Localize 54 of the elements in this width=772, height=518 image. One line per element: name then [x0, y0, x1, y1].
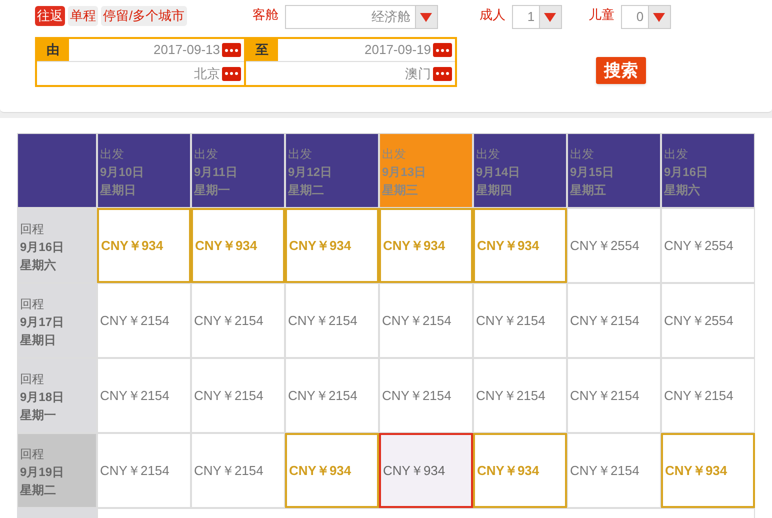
price-cell[interactable]: CNY￥2154 [567, 433, 661, 508]
children-label: 儿童 [588, 6, 615, 24]
price-cell[interactable]: CNY￥2154 [473, 358, 567, 433]
price-cell[interactable]: CNY￥2154 [97, 433, 191, 508]
select-field[interactable]: 0 [620, 5, 671, 29]
price-cell[interactable]: CNY￥2154 [661, 358, 755, 433]
field-label: 由 [37, 39, 69, 61]
return-date-header[interactable]: 回程 9月19日 星期二 [17, 433, 97, 508]
price-cell[interactable]: CNY￥934 [97, 208, 191, 283]
more-icon[interactable] [433, 43, 452, 57]
price-cell[interactable]: CNY￥934 [191, 208, 285, 283]
price-cell[interactable]: CNY￥2154 [97, 283, 191, 358]
more-icon[interactable] [222, 66, 241, 80]
price-cell[interactable]: CNY￥2154 [473, 283, 567, 358]
price-cell[interactable]: CNY￥934 [379, 433, 473, 508]
departure-date-header[interactable]: 出发 9月12日 星期二 [285, 133, 379, 208]
return-date-header[interactable]: 回程 9月16日 星期六 [17, 208, 97, 283]
trip-type-tab[interactable]: 单程 [68, 6, 98, 26]
select-field[interactable]: 经济舱 [284, 5, 438, 29]
price-cell[interactable]: CNY￥2154 [191, 358, 285, 433]
search-button[interactable]: 搜索 [596, 57, 646, 84]
price-cell[interactable]: CNY￥2154 [97, 358, 191, 433]
price-cell[interactable]: CNY￥2554 [567, 208, 661, 283]
return-date-header[interactable]: 回程 9月17日 星期日 [17, 283, 97, 358]
field-label: 至 [246, 39, 278, 61]
trip-type-tab[interactable]: 停留/多个城市 [101, 6, 187, 26]
price-cell[interactable]: CNY￥934 [379, 208, 473, 283]
select-field[interactable]: 1 [512, 5, 562, 29]
price-cell[interactable]: CNY￥2154 [191, 283, 285, 358]
return-date-header[interactable]: 回程 9月18日 星期一 [17, 358, 97, 433]
price-cell[interactable]: CNY￥2154 [567, 358, 661, 433]
cabin-label: 客舱 [252, 6, 279, 24]
price-cell[interactable]: CNY￥934 [661, 433, 755, 508]
price-cell[interactable]: CNY￥2154 [285, 283, 379, 358]
price-cell[interactable]: CNY￥2554 [661, 283, 755, 358]
departure-date-header[interactable]: 出发 9月10日 星期日 [97, 133, 191, 208]
adults-label: 成人 [480, 6, 506, 24]
price-cell[interactable]: CNY￥2154 [567, 283, 661, 358]
departure-date-header[interactable]: 出发 9月16日 星期六 [661, 133, 755, 208]
price-cell[interactable]: CNY￥2154 [379, 283, 473, 358]
price-cell[interactable]: CNY￥934 [473, 433, 567, 508]
more-icon[interactable] [433, 66, 452, 80]
departure-date-header[interactable]: 出发 9月11日 星期一 [191, 133, 285, 208]
departure-date-header[interactable]: 出发 9月14日 星期四 [473, 133, 567, 208]
departure-date-header[interactable]: 出发 9月15日 星期五 [567, 133, 661, 208]
price-cell[interactable]: CNY￥2154 [285, 358, 379, 433]
price-cell[interactable]: CNY￥2154 [191, 433, 285, 508]
price-cell[interactable]: CNY￥934 [285, 208, 379, 283]
trip-type-tab[interactable]: 往返 [35, 6, 65, 26]
price-cell[interactable]: CNY￥2154 [379, 358, 473, 433]
price-cell[interactable]: CNY￥2554 [661, 208, 755, 283]
more-icon[interactable] [222, 43, 241, 57]
price-cell[interactable]: CNY￥934 [473, 208, 567, 283]
price-cell[interactable]: CNY￥934 [285, 433, 379, 508]
